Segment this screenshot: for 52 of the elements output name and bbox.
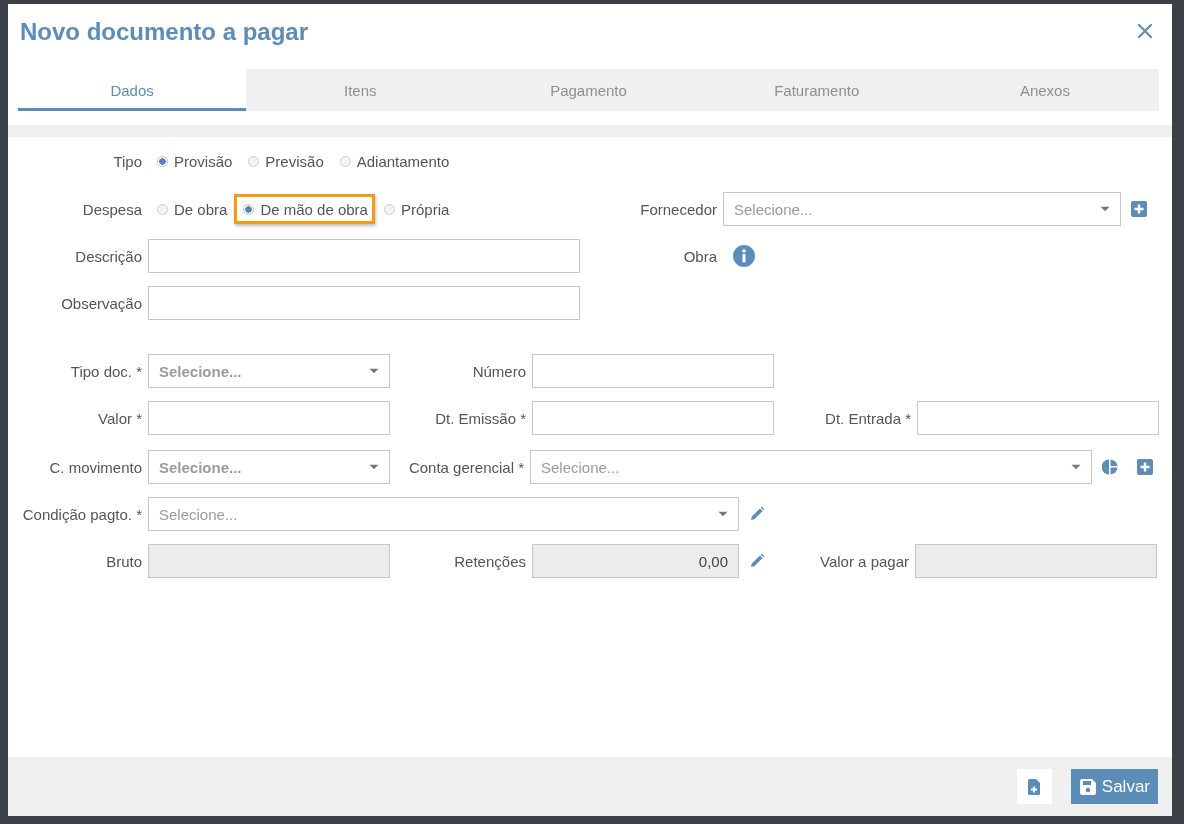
field-label: Valor a pagar (819, 552, 910, 570)
dialog-title: Novo documento a pagar (20, 17, 309, 46)
input-field[interactable] (148, 401, 390, 435)
radio-button[interactable] (243, 203, 255, 215)
input-field[interactable] (917, 401, 1159, 435)
field-label: Retenções (453, 552, 527, 570)
field-label: Descrição (74, 247, 143, 265)
close-icon[interactable] (1137, 22, 1153, 39)
radio-option[interactable]: Própria (374, 194, 457, 224)
pencil-icon[interactable] (749, 553, 765, 569)
info-icon[interactable] (733, 245, 755, 267)
file-plus-icon (1028, 778, 1041, 795)
radio-button[interactable] (157, 203, 168, 215)
select-field[interactable]: Selecione... (148, 354, 390, 388)
add-icon[interactable] (1131, 201, 1147, 217)
field-label: Observação (60, 294, 143, 312)
radio-option[interactable]: De mão de obra (234, 194, 375, 224)
field-label: Número (471, 362, 527, 380)
new-document-button[interactable] (1016, 769, 1052, 804)
field-label: Dt. Entrada * (824, 409, 912, 427)
input-field[interactable] (148, 286, 580, 320)
field-label: Despesa (81, 200, 143, 218)
field-label: Valor * (97, 409, 143, 427)
field-label: Tipo (112, 152, 143, 170)
select-field[interactable]: Selecione... (148, 497, 739, 531)
radio-option[interactable]: Provisão (148, 146, 240, 176)
radio-button[interactable] (383, 203, 395, 215)
field-label: Condição pagto. * (21, 505, 143, 523)
radio-option[interactable]: Previsão (239, 146, 331, 176)
radio-option[interactable]: De obra (148, 194, 235, 224)
pencil-icon[interactable] (749, 506, 765, 522)
input-field[interactable] (532, 401, 774, 435)
select-field[interactable]: Selecione... (530, 450, 1092, 484)
field-label: Tipo doc. * (69, 362, 143, 380)
radio-button[interactable] (248, 155, 260, 167)
input-field[interactable] (532, 354, 774, 388)
tab[interactable]: Dados (18, 69, 247, 111)
save-button[interactable]: Salvar (1070, 769, 1158, 804)
field-label: Bruto (105, 552, 143, 570)
select-field[interactable]: Selecione... (723, 192, 1121, 226)
radio-button[interactable] (157, 155, 168, 167)
field-label: Conta gerencial * (407, 458, 525, 476)
field-label: C. movimento (48, 458, 143, 476)
pie-chart-icon[interactable] (1102, 459, 1118, 475)
input-field[interactable] (148, 239, 580, 273)
field-label: Fornecedor (639, 200, 718, 218)
field-label: Obra (682, 247, 718, 265)
add-icon[interactable] (1137, 459, 1153, 475)
select-field[interactable]: Selecione... (148, 450, 390, 484)
radio-button[interactable] (339, 155, 351, 167)
field-label: Dt. Emissão * (434, 409, 527, 427)
radio-option[interactable]: Adiantamento (330, 146, 457, 176)
